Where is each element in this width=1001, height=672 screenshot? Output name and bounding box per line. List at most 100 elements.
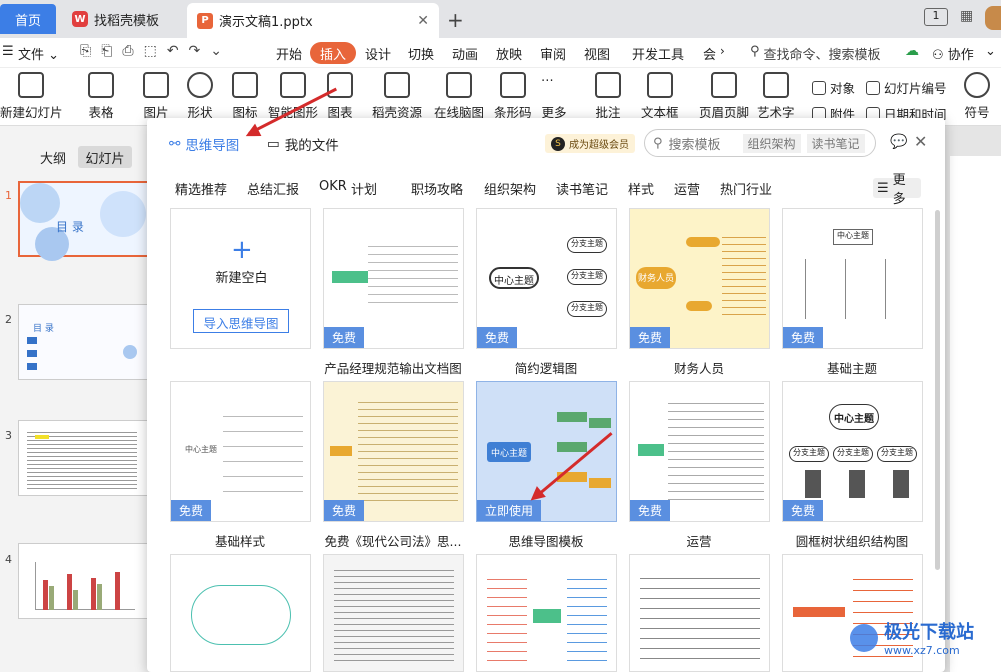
slide-thumbnail-1[interactable]: 目 录 bbox=[18, 181, 150, 261]
avatar[interactable] bbox=[985, 6, 1001, 30]
textbox-button[interactable]: 文本框 bbox=[641, 72, 679, 121]
new-slide-button[interactable]: 新建幻灯片 bbox=[0, 72, 63, 121]
chevron-right-icon[interactable]: › bbox=[720, 44, 725, 58]
close-dialog-icon[interactable]: ✕ bbox=[914, 132, 927, 151]
category-tab[interactable]: 总结汇报 bbox=[247, 179, 299, 198]
symbol-button[interactable]: 符号 bbox=[964, 72, 990, 121]
shape-button[interactable]: 形状 bbox=[187, 72, 213, 121]
tab-outline[interactable]: 大纲 bbox=[40, 148, 66, 167]
template-card[interactable]: 中心主题 立即使用 bbox=[476, 381, 617, 522]
template-caption: 基础样式 bbox=[214, 534, 265, 549]
hamburger-icon[interactable]: ☰ bbox=[2, 44, 14, 59]
close-tab-icon[interactable]: ✕ bbox=[417, 13, 429, 29]
template-card[interactable]: 财务人员 免费 bbox=[629, 208, 770, 349]
command-search[interactable]: ⚲ 查找命令、搜索模板 bbox=[750, 44, 881, 63]
slide-thumbnail-2[interactable]: 目 录 bbox=[18, 304, 150, 380]
feedback-icon[interactable]: 💬 bbox=[890, 134, 907, 150]
category-tab[interactable]: 热门行业 bbox=[720, 179, 772, 198]
template-card[interactable] bbox=[476, 554, 617, 672]
menu-transition[interactable]: 切换 bbox=[408, 44, 434, 63]
cloud-sync-icon[interactable]: ☁ bbox=[905, 43, 919, 59]
template-search[interactable]: ⚲ 搜索模板 组织架构 读书笔记 bbox=[644, 129, 876, 157]
template-card[interactable] bbox=[629, 554, 770, 672]
more-icon[interactable]: ⌄ bbox=[985, 44, 996, 59]
picture-button[interactable]: 图片 bbox=[143, 72, 169, 121]
shape-icon bbox=[187, 72, 213, 98]
template-card[interactable]: 免费 bbox=[323, 381, 464, 522]
category-tab[interactable]: 职场攻略 bbox=[411, 179, 463, 198]
search-tag-reading[interactable]: 读书笔记 bbox=[806, 133, 865, 153]
icon-button[interactable]: 图标 bbox=[232, 72, 258, 121]
more-button[interactable]: ⋯ 更多 bbox=[541, 72, 567, 121]
object-icon bbox=[812, 80, 826, 95]
template-card[interactable] bbox=[170, 554, 311, 672]
scrollbar[interactable] bbox=[935, 210, 940, 570]
menu-slideshow[interactable]: 放映 bbox=[496, 44, 522, 63]
tab-document[interactable]: P 演示文稿1.pptx ✕ bbox=[187, 3, 439, 38]
category-tab[interactable]: 读书笔记 bbox=[556, 179, 608, 198]
menu-member[interactable]: 会 bbox=[703, 44, 716, 63]
category-tab[interactable]: 样式 bbox=[628, 179, 654, 198]
menu-developer[interactable]: 开发工具 bbox=[632, 44, 684, 63]
category-tab[interactable]: 计划 bbox=[351, 179, 377, 198]
grid-icon[interactable]: ▦ bbox=[960, 8, 973, 24]
category-tab[interactable]: 组织架构 bbox=[484, 179, 536, 198]
file-menu[interactable]: 文件 ⌄ bbox=[18, 44, 59, 63]
search-input[interactable]: 搜索模板 bbox=[669, 134, 737, 153]
tab-slides[interactable]: 幻灯片 bbox=[78, 146, 132, 168]
vip-badge[interactable]: S 成为超级会员 bbox=[545, 134, 635, 153]
daoke-resource-button[interactable]: 稻壳资源 bbox=[372, 72, 422, 121]
template-caption: 圆框树状组织结构图 bbox=[795, 534, 909, 549]
menu-review[interactable]: 审阅 bbox=[540, 44, 566, 63]
new-blank-card[interactable]: + 新建空白 导入思维导图 bbox=[170, 208, 311, 349]
template-card[interactable]: 中心主题 免费 bbox=[170, 381, 311, 522]
template-card[interactable]: 中心主题 免费 bbox=[782, 208, 923, 349]
tab-template[interactable]: W 找稻壳模板 bbox=[62, 4, 169, 34]
import-mindmap-button[interactable]: 导入思维导图 bbox=[193, 309, 289, 333]
category-tab[interactable]: 精选推荐 bbox=[175, 179, 227, 198]
quick-access-icons[interactable]: ⎘⎗⎙⬚↶↷⌄ bbox=[80, 43, 232, 59]
collab-button[interactable]: ⚇ 协作 bbox=[932, 44, 974, 63]
watermark-logo-icon bbox=[850, 623, 878, 652]
art-text-button[interactable]: 艺术字 bbox=[757, 72, 795, 121]
category-tab[interactable]: OKR bbox=[319, 179, 347, 194]
template-card[interactable]: 中心主题 分支主题 分支主题 分支主题 免费 bbox=[476, 208, 617, 349]
mindmap-icon bbox=[446, 72, 472, 98]
tab-my-files[interactable]: ▭ 我的文件 bbox=[267, 134, 339, 154]
table-button[interactable]: 表格 bbox=[88, 72, 114, 121]
template-card[interactable]: 免费 bbox=[629, 381, 770, 522]
search-tag-org[interactable]: 组织架构 bbox=[742, 133, 801, 153]
comment-button[interactable]: 批注 bbox=[595, 72, 621, 121]
template-card[interactable] bbox=[323, 554, 464, 672]
category-tab[interactable]: 运营 bbox=[674, 179, 700, 198]
slide-number-button[interactable]: 幻灯片编号 bbox=[866, 78, 947, 97]
more-categories-button[interactable]: ☰ 更多 bbox=[873, 173, 921, 207]
tab-mindmap[interactable]: ⚯ 思维导图 bbox=[169, 134, 239, 154]
menu-animation[interactable]: 动画 bbox=[452, 44, 478, 63]
template-card[interactable]: 中心主题 分支主题 分支主题 分支主题 免费 bbox=[782, 381, 923, 522]
header-footer-button[interactable]: 页眉页脚 bbox=[699, 72, 749, 121]
wps-icon: W bbox=[72, 11, 88, 27]
use-now-badge[interactable]: 立即使用 bbox=[477, 500, 542, 521]
window-count-button[interactable]: 1 bbox=[924, 8, 948, 26]
free-badge: 免费 bbox=[783, 327, 824, 348]
folder-icon: ▭ bbox=[267, 136, 280, 152]
slide-thumbnail-3[interactable] bbox=[18, 420, 150, 496]
menu-insert[interactable]: 插入 bbox=[310, 42, 356, 64]
menu-start[interactable]: 开始 bbox=[276, 44, 302, 63]
online-mindmap-button[interactable]: 在线脑图 bbox=[434, 72, 484, 121]
mindmap-dialog: ⚯ 思维导图 ▭ 我的文件 S 成为超级会员 ⚲ 搜索模板 组织架构 读书笔记 💬 … bbox=[147, 87, 945, 672]
barcode-button[interactable]: 条形码 bbox=[494, 72, 532, 121]
tab-home[interactable]: 首页 bbox=[0, 4, 56, 34]
object-button[interactable]: 对象 bbox=[812, 78, 855, 97]
template-card[interactable]: 免费 bbox=[323, 208, 464, 349]
chart-button[interactable]: 图表 bbox=[327, 72, 353, 121]
menu-view[interactable]: 视图 bbox=[584, 44, 610, 63]
slide-thumbnail-4[interactable] bbox=[18, 543, 150, 619]
picture-icon bbox=[143, 72, 169, 98]
menu-design[interactable]: 设计 bbox=[365, 44, 391, 63]
smart-graphic-button[interactable]: 智能图形 bbox=[268, 72, 318, 121]
add-tab-button[interactable]: + bbox=[447, 8, 464, 32]
tab-home-label: 首页 bbox=[14, 13, 41, 29]
barcode-icon bbox=[499, 72, 526, 98]
